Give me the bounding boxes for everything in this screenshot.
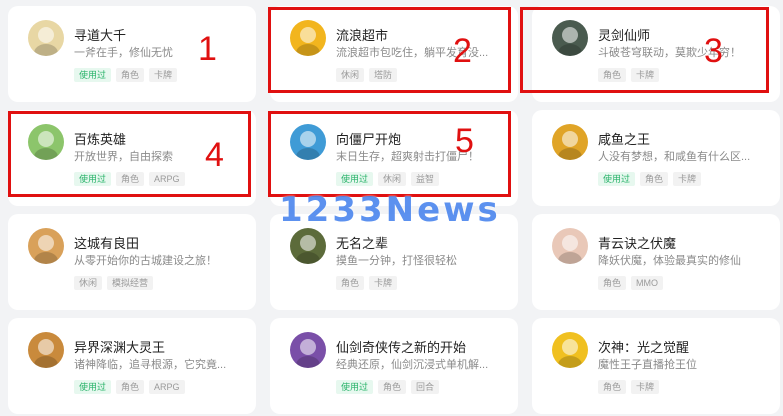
game-description: 经典还原，仙剑沉浸式单机解... <box>336 359 489 371</box>
category-tag: 塔防 <box>369 68 398 82</box>
annotation-number-1: 1 <box>198 30 217 68</box>
category-tag: 休闲 <box>336 68 365 82</box>
game-avatar-icon[interactable] <box>552 124 588 160</box>
game-card[interactable]: 青云诀之伏魔降妖伏魔，体验最真实的修仙 角色 MMO <box>532 214 780 310</box>
tag-list: 角色 卡牌 <box>598 380 660 394</box>
tag-list: 使用过 角色 回合 <box>336 380 440 394</box>
category-tag: 益智 <box>411 172 440 186</box>
game-title[interactable]: 无名之辈 <box>336 233 388 252</box>
game-description: 摸鱼一分钟，打怪很轻松 <box>336 255 457 267</box>
category-tag: 角色 <box>116 68 145 82</box>
tag-list: 休闲 塔防 <box>336 68 398 82</box>
used-badge: 使用过 <box>336 380 374 394</box>
game-avatar-icon[interactable] <box>28 332 64 368</box>
category-tag: 角色 <box>598 68 627 82</box>
category-tag: 卡牌 <box>369 276 398 290</box>
game-avatar-icon[interactable] <box>552 20 588 56</box>
game-avatar-icon[interactable] <box>552 228 588 264</box>
used-badge: 使用过 <box>336 172 374 186</box>
game-card[interactable]: 寻道大千一斧在手，修仙无忧 使用过 角色 卡牌 <box>8 6 256 102</box>
game-avatar-icon[interactable] <box>290 228 326 264</box>
used-badge: 使用过 <box>598 172 636 186</box>
game-avatar-icon[interactable] <box>290 124 326 160</box>
game-title[interactable]: 寻道大千 <box>74 25 126 44</box>
category-tag: 角色 <box>378 380 407 394</box>
tag-list: 休闲 模拟经营 <box>74 276 154 290</box>
used-badge: 使用过 <box>74 380 112 394</box>
tag-list: 角色 MMO <box>598 276 664 290</box>
game-avatar-icon[interactable] <box>290 20 326 56</box>
category-tag: MMO <box>631 276 664 290</box>
category-tag: 角色 <box>116 172 145 186</box>
game-title[interactable]: 次神：光之觉醒 <box>598 337 689 356</box>
game-avatar-icon[interactable] <box>290 332 326 368</box>
category-tag: 回合 <box>411 380 440 394</box>
game-description: 诸神降临，追寻根源，它究竟... <box>74 359 227 371</box>
game-card[interactable]: 这城有良田从零开始你的古城建设之旅！ 休闲 模拟经营 <box>8 214 256 310</box>
game-description: 一斧在手，修仙无忧 <box>74 47 173 59</box>
annotation-number-5: 5 <box>455 122 474 160</box>
game-avatar-icon[interactable] <box>552 332 588 368</box>
game-title[interactable]: 咸鱼之王 <box>598 129 650 148</box>
category-tag: 角色 <box>640 172 669 186</box>
game-title[interactable]: 向僵尸开炮 <box>336 129 401 148</box>
game-card[interactable]: 异界深渊大灵王诸神降临，追寻根源，它究竟... 使用过 角色 ARPG <box>8 318 256 414</box>
tag-list: 使用过 角色 卡牌 <box>598 172 702 186</box>
game-card[interactable]: 仙剑奇侠传之新的开始经典还原，仙剑沉浸式单机解... 使用过 角色 回合 <box>270 318 518 414</box>
game-title[interactable]: 异界深渊大灵王 <box>74 337 165 356</box>
game-description: 开放世界，自由探索 <box>74 151 173 163</box>
game-title[interactable]: 青云诀之伏魔 <box>598 233 676 252</box>
used-badge: 使用过 <box>74 68 112 82</box>
game-description: 从零开始你的古城建设之旅！ <box>74 255 217 267</box>
watermark: 1233News <box>279 190 501 230</box>
category-tag: 休闲 <box>378 172 407 186</box>
game-description: 降妖伏魔，体验最真实的修仙 <box>598 255 741 267</box>
game-description: 魔性王子直播抢王位 <box>598 359 697 371</box>
game-description: 人没有梦想，和咸鱼有什么区... <box>598 151 751 163</box>
category-tag: 卡牌 <box>631 68 660 82</box>
category-tag: 卡牌 <box>149 68 178 82</box>
category-tag: ARPG <box>149 380 185 394</box>
category-tag: 模拟经营 <box>107 276 154 290</box>
category-tag: 卡牌 <box>673 172 702 186</box>
game-avatar-icon[interactable] <box>28 20 64 56</box>
tag-list: 使用过 角色 ARPG <box>74 380 185 394</box>
annotation-number-2: 2 <box>453 32 472 70</box>
tag-list: 角色 卡牌 <box>598 68 660 82</box>
game-avatar-icon[interactable] <box>28 228 64 264</box>
tag-list: 角色 卡牌 <box>336 276 398 290</box>
category-tag: 角色 <box>598 276 627 290</box>
annotation-number-4: 4 <box>205 136 224 174</box>
game-title[interactable]: 流浪超市 <box>336 25 388 44</box>
game-card[interactable]: 灵剑仙师 斗破苍穹联动，莫欺少年穷！ 角色 卡牌 <box>532 6 780 102</box>
tag-list: 使用过 角色 卡牌 <box>74 68 178 82</box>
game-avatar-icon[interactable] <box>28 124 64 160</box>
game-card[interactable]: 咸鱼之王人没有梦想，和咸鱼有什么区... 使用过 角色 卡牌 <box>532 110 780 206</box>
game-title[interactable]: 灵剑仙师 <box>598 25 650 44</box>
category-tag: 角色 <box>116 380 145 394</box>
game-title[interactable]: 百炼英雄 <box>74 129 126 148</box>
category-tag: 休闲 <box>74 276 103 290</box>
used-badge: 使用过 <box>74 172 112 186</box>
game-card[interactable]: 流浪超市 流浪超市包吃住，躺平发育没... 休闲 塔防 <box>270 6 518 102</box>
category-tag: 卡牌 <box>631 380 660 394</box>
category-tag: 角色 <box>336 276 365 290</box>
tag-list: 使用过 休闲 益智 <box>336 172 440 186</box>
tag-list: 使用过 角色 ARPG <box>74 172 185 186</box>
category-tag: ARPG <box>149 172 185 186</box>
annotation-number-3: 3 <box>704 32 723 70</box>
game-title[interactable]: 仙剑奇侠传之新的开始 <box>336 337 466 356</box>
game-card[interactable]: 次神：光之觉醒魔性王子直播抢王位 角色 卡牌 <box>532 318 780 414</box>
game-title[interactable]: 这城有良田 <box>74 233 139 252</box>
category-tag: 角色 <box>598 380 627 394</box>
